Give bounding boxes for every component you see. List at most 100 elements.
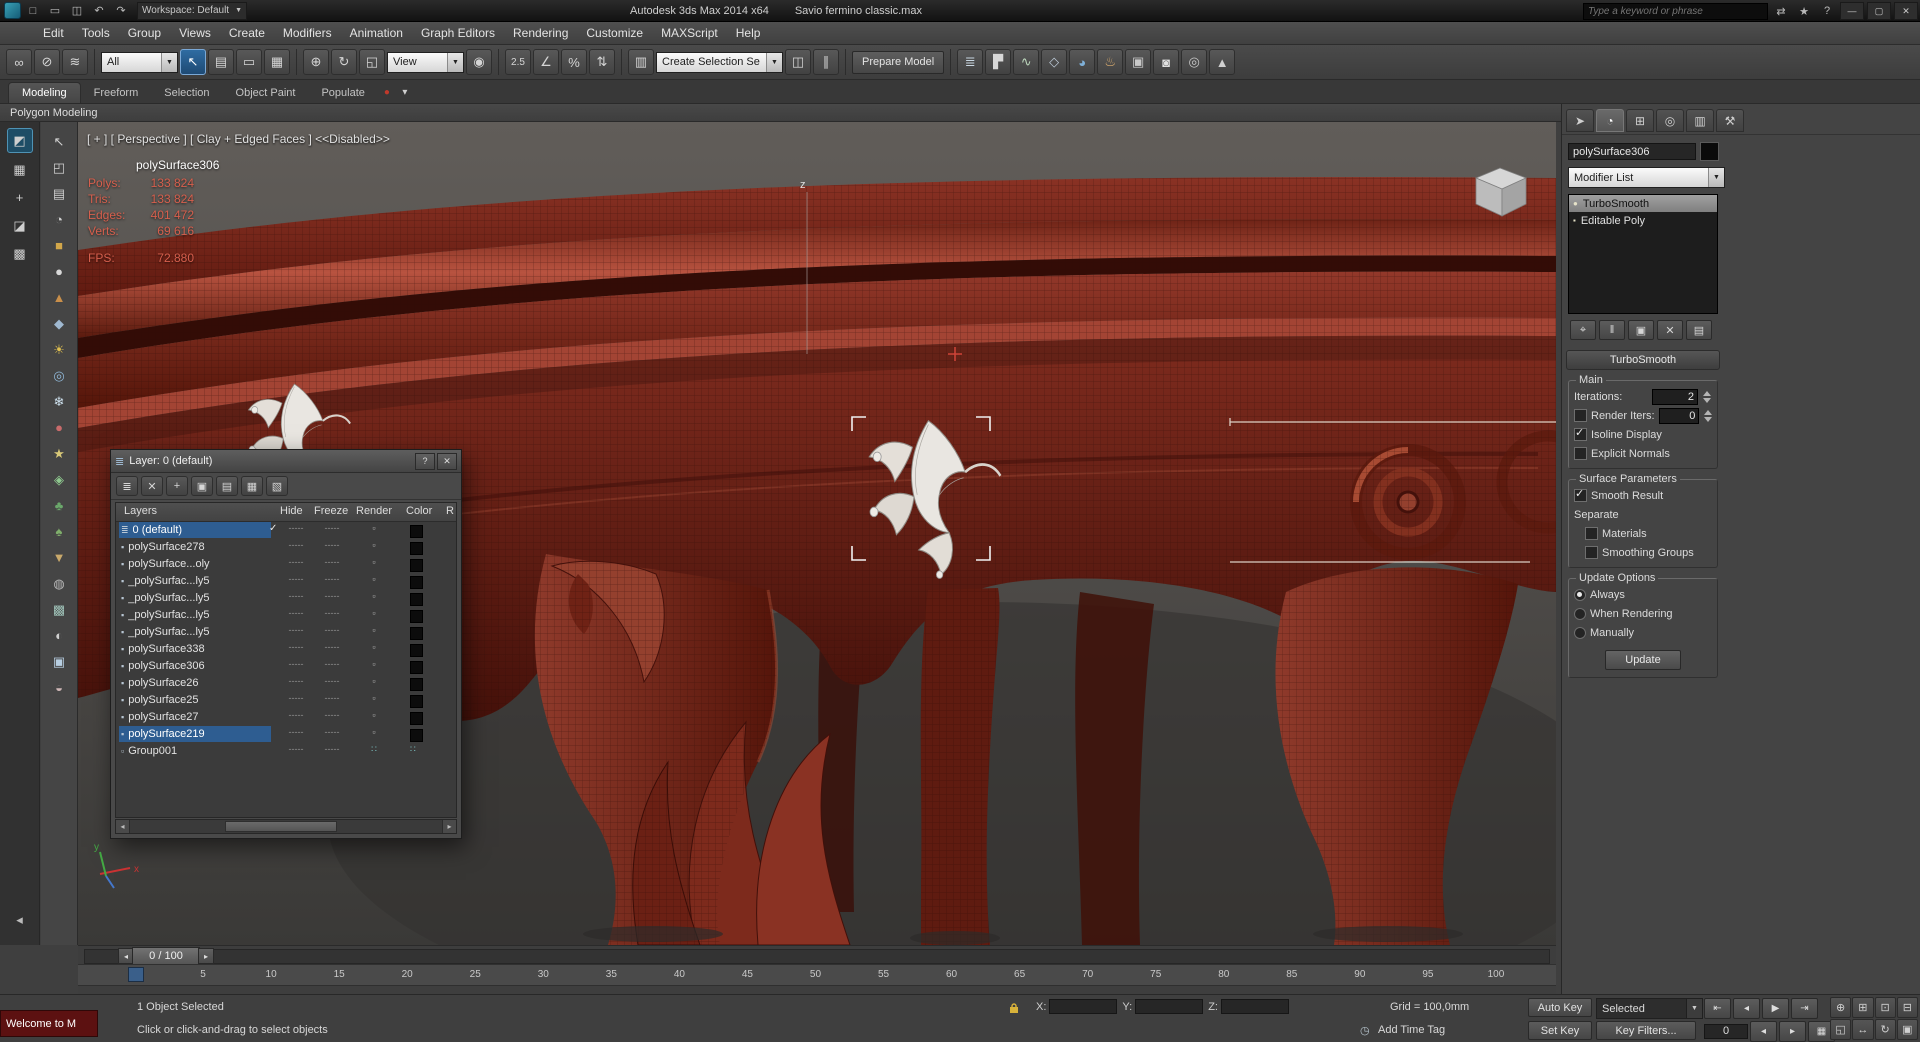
- render-iters-checkbox[interactable]: [1574, 409, 1587, 422]
- layer-row[interactable]: ▪ polySurface26 ✓ ----- -----: [116, 675, 456, 692]
- time-slider[interactable]: ◂ 0 / 100 ▸: [78, 945, 1556, 965]
- freeze-toggle[interactable]: -----: [314, 659, 350, 669]
- dock-tab-icon[interactable]: ▩: [8, 242, 32, 265]
- zoom-extents-all-icon[interactable]: ⊟: [1896, 997, 1918, 1018]
- time-slider-track[interactable]: [84, 949, 1550, 964]
- ribbon-tab[interactable]: Populate: [308, 83, 377, 103]
- open-in-autodesk-360-icon[interactable]: ▲: [1209, 49, 1236, 75]
- polygon-modeling-panel-bar[interactable]: Polygon Modeling: [0, 104, 1561, 122]
- open-file-icon[interactable]: ▭: [45, 2, 65, 20]
- hide-toggle[interactable]: -----: [278, 659, 314, 669]
- render-toggle[interactable]: [359, 710, 389, 720]
- viewport-label[interactable]: [ + ] [ Perspective ] [ Clay + Edged Fac…: [87, 132, 390, 146]
- hide-toggle[interactable]: -----: [278, 540, 314, 550]
- select-and-rotate-icon[interactable]: ↻: [331, 49, 357, 75]
- object-name-field[interactable]: polySurface306: [1568, 143, 1696, 160]
- menu-item[interactable]: Graph Editors: [412, 23, 504, 43]
- align-icon[interactable]: ∥: [813, 49, 839, 75]
- hide-toggle[interactable]: -----: [278, 574, 314, 584]
- update-option-radio[interactable]: [1574, 588, 1586, 601]
- modifier-stack-row[interactable]: ● TurboSmooth: [1569, 195, 1717, 212]
- layer-name[interactable]: polySurface27: [128, 711, 198, 723]
- zoom-icon[interactable]: ⊕: [1830, 997, 1852, 1018]
- dock-tool-icon[interactable]: ◒: [47, 676, 71, 699]
- dock-tab-icon[interactable]: +: [8, 186, 32, 209]
- set-key-button[interactable]: Set Key: [1528, 1021, 1592, 1040]
- hide-toggle[interactable]: -----: [278, 676, 314, 686]
- modifier-list-dropdown[interactable]: Modifier List ▼: [1568, 167, 1725, 188]
- layer-color-swatch[interactable]: [410, 678, 423, 691]
- column-header[interactable]: Color: [406, 505, 432, 517]
- restore-button[interactable]: ▢: [1867, 2, 1891, 20]
- render-toggle[interactable]: [359, 625, 389, 635]
- add-to-layer-icon[interactable]: +: [166, 476, 188, 496]
- coordinate-field[interactable]: [1220, 999, 1289, 1014]
- current-layer-check-icon[interactable]: ✓: [269, 523, 277, 534]
- dock-tool-icon[interactable]: ◍: [47, 572, 71, 595]
- ribbon-minimize-icon[interactable]: ▾: [396, 83, 414, 101]
- window-crossing-icon[interactable]: ▦: [264, 49, 290, 75]
- use-pivot-center-icon[interactable]: ◉: [466, 49, 492, 75]
- hide-toggle[interactable]: -----: [278, 744, 314, 754]
- manage-layers-icon[interactable]: ≣: [957, 49, 984, 75]
- menu-item[interactable]: Rendering: [504, 23, 577, 43]
- ribbon-tab[interactable]: Object Paint: [223, 83, 309, 103]
- angle-snap-icon[interactable]: ∠: [533, 49, 559, 75]
- modifier-label[interactable]: TurboSmooth: [1583, 198, 1649, 210]
- rectangular-selection-region-icon[interactable]: ▭: [236, 49, 262, 75]
- zoom-region-icon[interactable]: ◱: [1830, 1019, 1852, 1040]
- menu-item[interactable]: Tools: [73, 23, 119, 43]
- dock-tool-icon[interactable]: ↖: [47, 130, 71, 153]
- zoom-all-icon[interactable]: ⊞: [1852, 997, 1874, 1018]
- dock-tool-icon[interactable]: ❄: [47, 390, 71, 413]
- layer-row[interactable]: ≣ 0 (default) ✓ ----- -----: [116, 522, 456, 539]
- dock-tool-icon[interactable]: ♠: [47, 520, 71, 543]
- dock-tab-icon[interactable]: ◪: [8, 214, 32, 237]
- dock-tool-icon[interactable]: ▤: [47, 182, 71, 205]
- coordinate-field[interactable]: [1135, 999, 1204, 1014]
- scroll-right-icon[interactable]: ▸: [442, 820, 456, 833]
- favorites-icon[interactable]: ★: [1794, 2, 1814, 20]
- help-button[interactable]: ?: [415, 452, 435, 470]
- freeze-toggle[interactable]: -----: [314, 540, 350, 550]
- key-filters-button[interactable]: Key Filters...: [1596, 1021, 1696, 1040]
- rendered-frame-window-icon[interactable]: ▣: [1125, 49, 1152, 75]
- hide-toggle[interactable]: -----: [278, 642, 314, 652]
- close-button[interactable]: ✕: [437, 452, 457, 470]
- dock-tool-icon[interactable]: ▣: [47, 650, 71, 673]
- close-button[interactable]: ✕: [1894, 2, 1918, 20]
- hide-toggle[interactable]: -----: [278, 727, 314, 737]
- layer-row[interactable]: ▪ _polySurfac...ly5 ✓ ----- -----: [116, 590, 456, 607]
- hide-toggle[interactable]: -----: [278, 625, 314, 635]
- parameter-checkbox[interactable]: [1574, 426, 1587, 441]
- update-option-radio[interactable]: [1574, 607, 1586, 620]
- object-color-swatch[interactable]: [1700, 142, 1719, 161]
- layer-row[interactable]: ▫ Group001 ✓ ----- -----: [116, 743, 456, 760]
- percent-snap-icon[interactable]: %: [561, 49, 587, 75]
- next-frame-arrow[interactable]: ▸: [198, 948, 214, 964]
- layer-color-swatch[interactable]: [410, 576, 423, 589]
- modifier-icon[interactable]: ▪: [1573, 216, 1576, 225]
- ribbon-tab[interactable]: Freeform: [81, 83, 152, 103]
- new-scene-icon[interactable]: □: [23, 2, 43, 20]
- dock-tool-icon[interactable]: ▲: [47, 286, 71, 309]
- column-header[interactable]: Render: [356, 505, 392, 517]
- layer-name[interactable]: polySurface25: [128, 694, 198, 706]
- material-editor-icon[interactable]: ◕: [1069, 49, 1096, 75]
- layer-name[interactable]: polySurface306: [128, 660, 204, 672]
- layer-manager-dialog[interactable]: ≣ Layer: 0 (default) ? ✕ ≣ ✕ + ▣ ▤ ▦ ▧ Layers H…: [110, 449, 462, 839]
- layer-name[interactable]: 0 (default): [133, 524, 183, 536]
- time-slider-thumb[interactable]: 0 / 100: [132, 947, 200, 965]
- layer-name[interactable]: _polySurfac...ly5: [128, 626, 209, 638]
- layer-color-swatch[interactable]: [410, 525, 423, 538]
- column-header[interactable]: Freeze: [314, 505, 348, 517]
- freeze-toggle[interactable]: -----: [314, 591, 350, 601]
- render-toggle[interactable]: [359, 727, 389, 737]
- modify-tab[interactable]: ◔: [1596, 109, 1624, 132]
- scroll-left-icon[interactable]: ◂: [116, 820, 130, 833]
- dock-tool-icon[interactable]: ◔: [47, 208, 71, 231]
- app-menu-button[interactable]: [4, 2, 21, 19]
- render-toggle[interactable]: [359, 540, 389, 550]
- dock-tool-icon[interactable]: ☀: [47, 338, 71, 361]
- hide-toggle[interactable]: -----: [278, 591, 314, 601]
